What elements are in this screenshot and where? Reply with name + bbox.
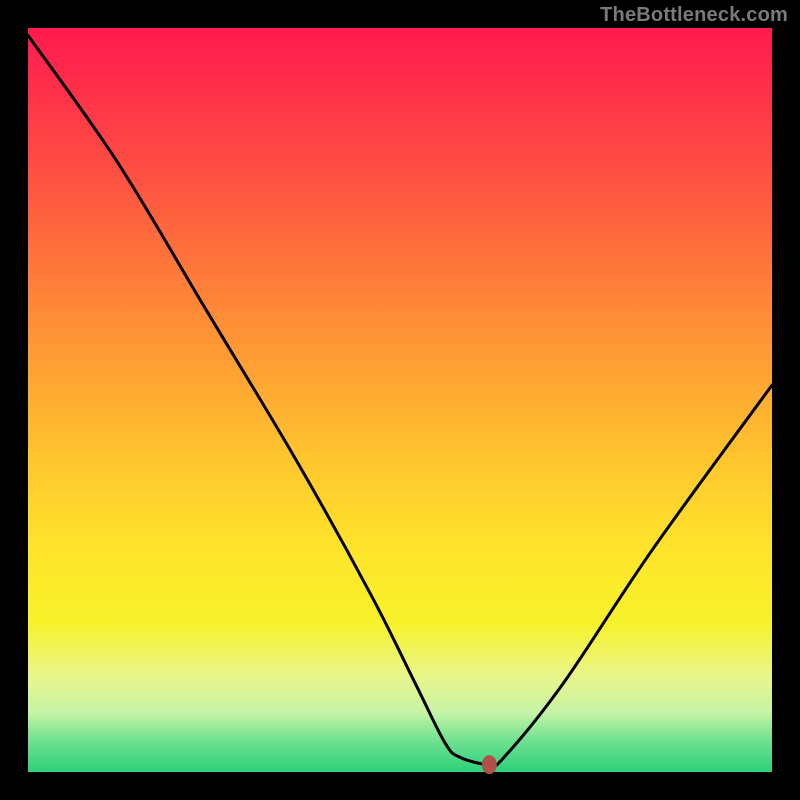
source-watermark: TheBottleneck.com [600, 4, 788, 27]
min-marker [482, 756, 496, 774]
bottleneck-curve [28, 35, 772, 766]
plot-area [28, 28, 772, 772]
chart-frame: TheBottleneck.com [0, 0, 800, 800]
curve-svg [28, 28, 772, 772]
